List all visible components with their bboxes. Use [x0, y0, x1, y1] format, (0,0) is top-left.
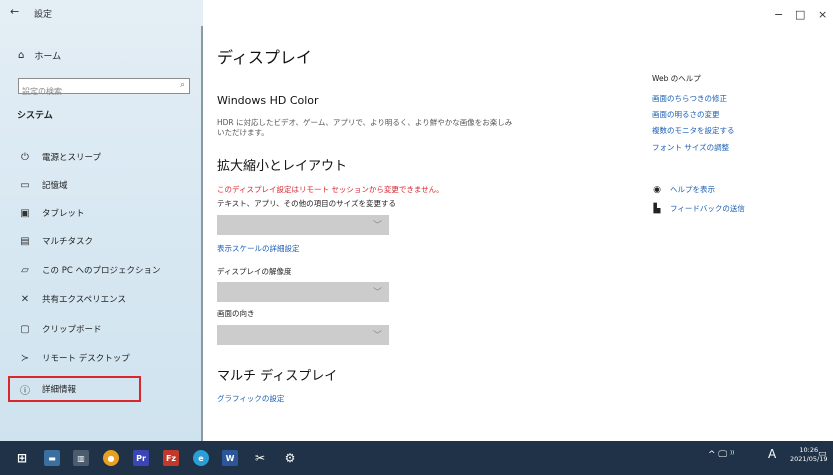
feedback-label: フィードバックの送信 — [670, 204, 745, 213]
notification-icon[interactable]: ▭ — [818, 449, 827, 459]
sidebar-item-remote-desktop[interactable]: ≻ リモート デスクトップ — [18, 350, 130, 366]
sidebar-item-label: 電源とスリープ — [42, 153, 101, 163]
start-windows-icon[interactable]: ⊞ — [14, 450, 30, 466]
sidebar-item-label: マルチタスク — [42, 237, 94, 247]
search-input[interactable] — [19, 84, 162, 99]
text-size-label: テキスト、アプリ、その他の項目のサイズを変更する — [217, 199, 396, 208]
help-chat-icon: ◉ — [653, 184, 661, 195]
clipboard-icon: ▢ — [20, 323, 30, 335]
shared-experiences-icon: ✕ — [20, 293, 30, 305]
get-help-label: ヘルプを表示 — [670, 185, 715, 194]
remote-desktop-icon: ≻ — [20, 352, 30, 364]
power-icon: ⏻ — [21, 151, 29, 163]
store-icon[interactable]: ▥ — [73, 450, 89, 466]
settings-window: ← 設定 ⌂ ホーム ⌕ システム ⏻ 電源とスリープ ▭ 記憶域 ▣ タブレッ… — [0, 0, 833, 441]
scale-layout-title: 拡大縮小とレイアウト — [217, 159, 348, 174]
sidebar-item-label: 記憶域 — [42, 181, 68, 191]
help-link[interactable]: 画面の明るさの変更 — [652, 109, 720, 120]
window-title: 設定 — [34, 10, 53, 20]
sidebar-item-power[interactable]: ⏻ 電源とスリープ — [18, 149, 101, 165]
get-help-link[interactable]: ◉ ヘルプを表示 — [652, 184, 715, 195]
sidebar-item-label: クリップボード — [42, 325, 102, 335]
tablet-icon: ▣ — [20, 207, 30, 219]
sidebar: ← 設定 ⌂ ホーム ⌕ システム ⏻ 電源とスリープ ▭ 記憶域 ▣ タブレッ… — [0, 0, 203, 441]
search-icon[interactable]: ⌕ — [180, 80, 185, 90]
settings-search[interactable]: ⌕ — [18, 78, 190, 99]
snipping-tool-icon[interactable]: ✂ — [252, 450, 268, 466]
task-view-icon[interactable]: ▬ — [44, 450, 60, 466]
settings-gear-icon[interactable]: ⚙ — [282, 450, 298, 466]
chrome-icon[interactable]: ● — [103, 450, 119, 466]
advanced-scaling-link[interactable]: 表示スケールの詳細設定 — [217, 243, 300, 254]
tray-icons[interactable]: ^ 🖵 ⁾⁾ — [708, 450, 734, 460]
sidebar-item-tablet[interactable]: ▣ タブレット — [18, 205, 85, 221]
edge-icon[interactable]: e — [193, 450, 209, 466]
multi-display-title: マルチ ディスプレイ — [217, 369, 338, 384]
feedback-link[interactable]: ▙ フィードバックの送信 — [652, 203, 745, 214]
close-button[interactable]: × — [818, 8, 827, 21]
help-link[interactable]: 画面のちらつきの修正 — [652, 93, 727, 104]
section-title: システム — [17, 111, 53, 121]
filezilla-icon[interactable]: Fz — [163, 450, 179, 466]
sidebar-item-label: 共有エクスペリエンス — [42, 295, 126, 305]
hdr-title: Windows HD Color — [217, 94, 319, 107]
graphics-settings-link[interactable]: グラフィックの設定 — [217, 393, 284, 404]
chevron-down-icon: ﹀ — [372, 331, 382, 341]
minimize-button[interactable]: − — [774, 8, 783, 21]
remote-warning: このディスプレイ設定はリモート セッションから変更できません。 — [217, 185, 444, 194]
word-icon[interactable]: W — [222, 450, 238, 466]
selection-highlight — [8, 376, 141, 402]
sidebar-item-projecting[interactable]: ▱ この PC へのプロジェクション — [18, 262, 160, 278]
home-label: ホーム — [34, 52, 62, 62]
hdr-description-line1: HDR に対応したビデオ、ゲーム、アプリで、より明るく、より鮮やかな画像をお楽し… — [217, 118, 513, 127]
orientation-dropdown[interactable]: ﹀ — [217, 325, 389, 345]
sidebar-item-label: リモート デスクトップ — [42, 354, 130, 364]
back-arrow-icon[interactable]: ← — [10, 5, 19, 18]
sidebar-item-storage[interactable]: ▭ 記憶域 — [18, 177, 68, 193]
resolution-label: ディスプレイの解像度 — [217, 267, 292, 276]
scale-dropdown[interactable]: ﹀ — [217, 215, 389, 235]
orientation-label: 画面の向き — [217, 309, 255, 318]
premiere-icon[interactable]: Pr — [133, 450, 149, 466]
sidebar-scrollbar[interactable] — [201, 26, 203, 441]
sidebar-item-label: この PC へのプロジェクション — [42, 266, 161, 276]
home-nav-item[interactable]: ⌂ ホーム — [18, 49, 61, 62]
home-icon: ⌂ — [18, 50, 25, 61]
chevron-down-icon: ﹀ — [372, 221, 382, 231]
sidebar-item-shared-experiences[interactable]: ✕ 共有エクスペリエンス — [18, 291, 126, 307]
resolution-dropdown[interactable]: ﹀ — [217, 282, 389, 302]
multitasking-icon: ▤ — [20, 235, 30, 247]
sidebar-item-clipboard[interactable]: ▢ クリップボード — [18, 321, 102, 337]
sidebar-item-label: タブレット — [42, 209, 85, 219]
projecting-icon: ▱ — [21, 264, 29, 276]
help-link[interactable]: 複数のモニタを設定する — [652, 125, 735, 136]
chevron-down-icon: ﹀ — [372, 288, 382, 298]
storage-icon: ▭ — [20, 179, 30, 191]
hdr-description-line2: いただけます。 — [217, 128, 269, 137]
ime-indicator[interactable]: A — [768, 447, 776, 461]
feedback-icon: ▙ — [653, 203, 661, 214]
sidebar-item-multitasking[interactable]: ▤ マルチタスク — [18, 233, 93, 249]
help-link[interactable]: フォント サイズの調整 — [652, 142, 729, 153]
maximize-button[interactable]: □ — [795, 8, 805, 21]
web-help-title: Web のヘルプ — [652, 74, 701, 83]
page-title: ディスプレイ — [217, 48, 312, 67]
